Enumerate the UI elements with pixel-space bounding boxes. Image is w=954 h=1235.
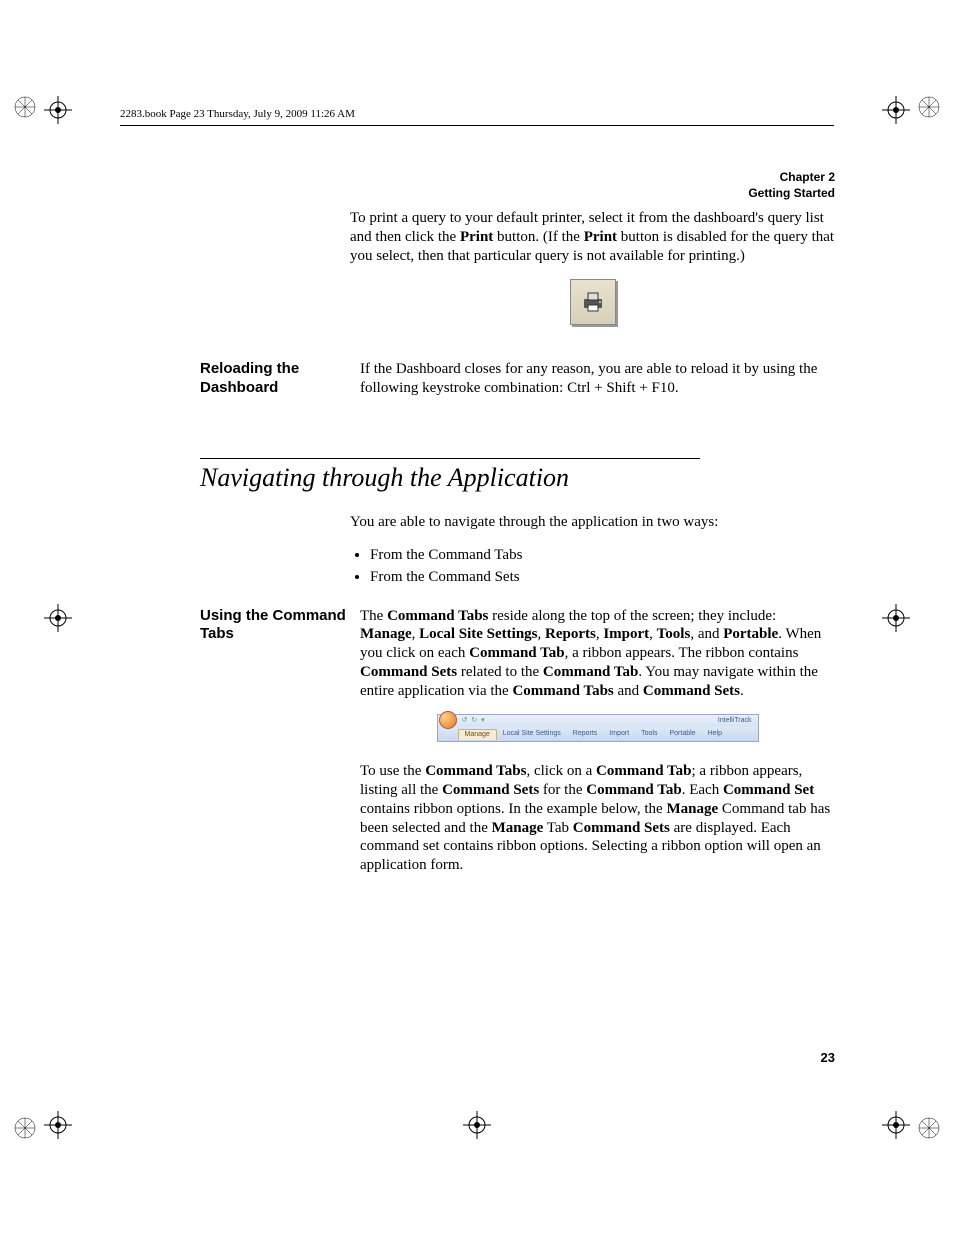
- app-title: IntelliTrack: [718, 717, 752, 726]
- intro-paragraph: To print a query to your default printer…: [350, 209, 835, 265]
- side-heading-command-tabs: Using the Command Tabs: [200, 607, 360, 645]
- quick-access-toolbar: ↺ ↻ ▾: [462, 717, 486, 726]
- ribbon-tabstrip: Manage Local Site Settings Reports Impor…: [438, 727, 758, 741]
- chapter-title: Getting Started: [200, 186, 835, 202]
- crop-mark-icon: [882, 604, 910, 632]
- crop-mark-icon: [463, 1111, 491, 1139]
- using-command-tabs-section: Using the Command Tabs The Command Tabs …: [200, 607, 835, 887]
- ribbon-screenshot: ↺ ↻ ▾ IntelliTrack Manage Local Site Set…: [437, 714, 759, 742]
- list-item: From the Command Sets: [370, 566, 835, 589]
- list-item: From the Command Tabs: [370, 544, 835, 567]
- registration-dot-icon: [14, 1117, 36, 1139]
- office-orb-icon: [439, 711, 457, 729]
- crop-mark-icon: [882, 1111, 910, 1139]
- crop-mark-icon: [44, 604, 72, 632]
- crop-mark-icon: [44, 96, 72, 124]
- registration-dot-icon: [14, 96, 36, 118]
- reloading-section: Reloading the Dashboard If the Dashboard…: [200, 360, 835, 398]
- chapter-number: Chapter 2: [200, 170, 835, 186]
- nav-ways-list: From the Command Tabs From the Command S…: [350, 544, 835, 589]
- section-title: Navigating through the Application: [200, 463, 835, 493]
- book-header-runner: 2283.book Page 23 Thursday, July 9, 2009…: [120, 108, 355, 120]
- ribbon-tab-reports: Reports: [567, 729, 604, 740]
- crop-mark-icon: [882, 96, 910, 124]
- registration-dot-icon: [918, 1117, 940, 1139]
- side-heading-reloading: Reloading the Dashboard: [200, 360, 360, 398]
- section-lead: You are able to navigate through the app…: [350, 513, 835, 532]
- registration-dot-icon: [918, 96, 940, 118]
- printer-icon: [570, 279, 616, 325]
- ribbon-tab-local-site-settings: Local Site Settings: [497, 729, 567, 740]
- running-head: Chapter 2 Getting Started: [200, 170, 835, 201]
- ribbon-tab-portable: Portable: [663, 729, 701, 740]
- command-tabs-para2: To use the Command Tabs, click on a Comm…: [360, 762, 835, 875]
- command-tabs-para1: The Command Tabs reside along the top of…: [360, 607, 835, 701]
- ribbon-tab-import: Import: [603, 729, 635, 740]
- header-rule: [120, 125, 834, 126]
- crop-mark-icon: [44, 1111, 72, 1139]
- ribbon-tab-tools: Tools: [635, 729, 663, 740]
- ribbon-tab-help: Help: [702, 729, 728, 740]
- section-rule: [200, 458, 700, 459]
- ribbon-tab-manage: Manage: [458, 729, 497, 741]
